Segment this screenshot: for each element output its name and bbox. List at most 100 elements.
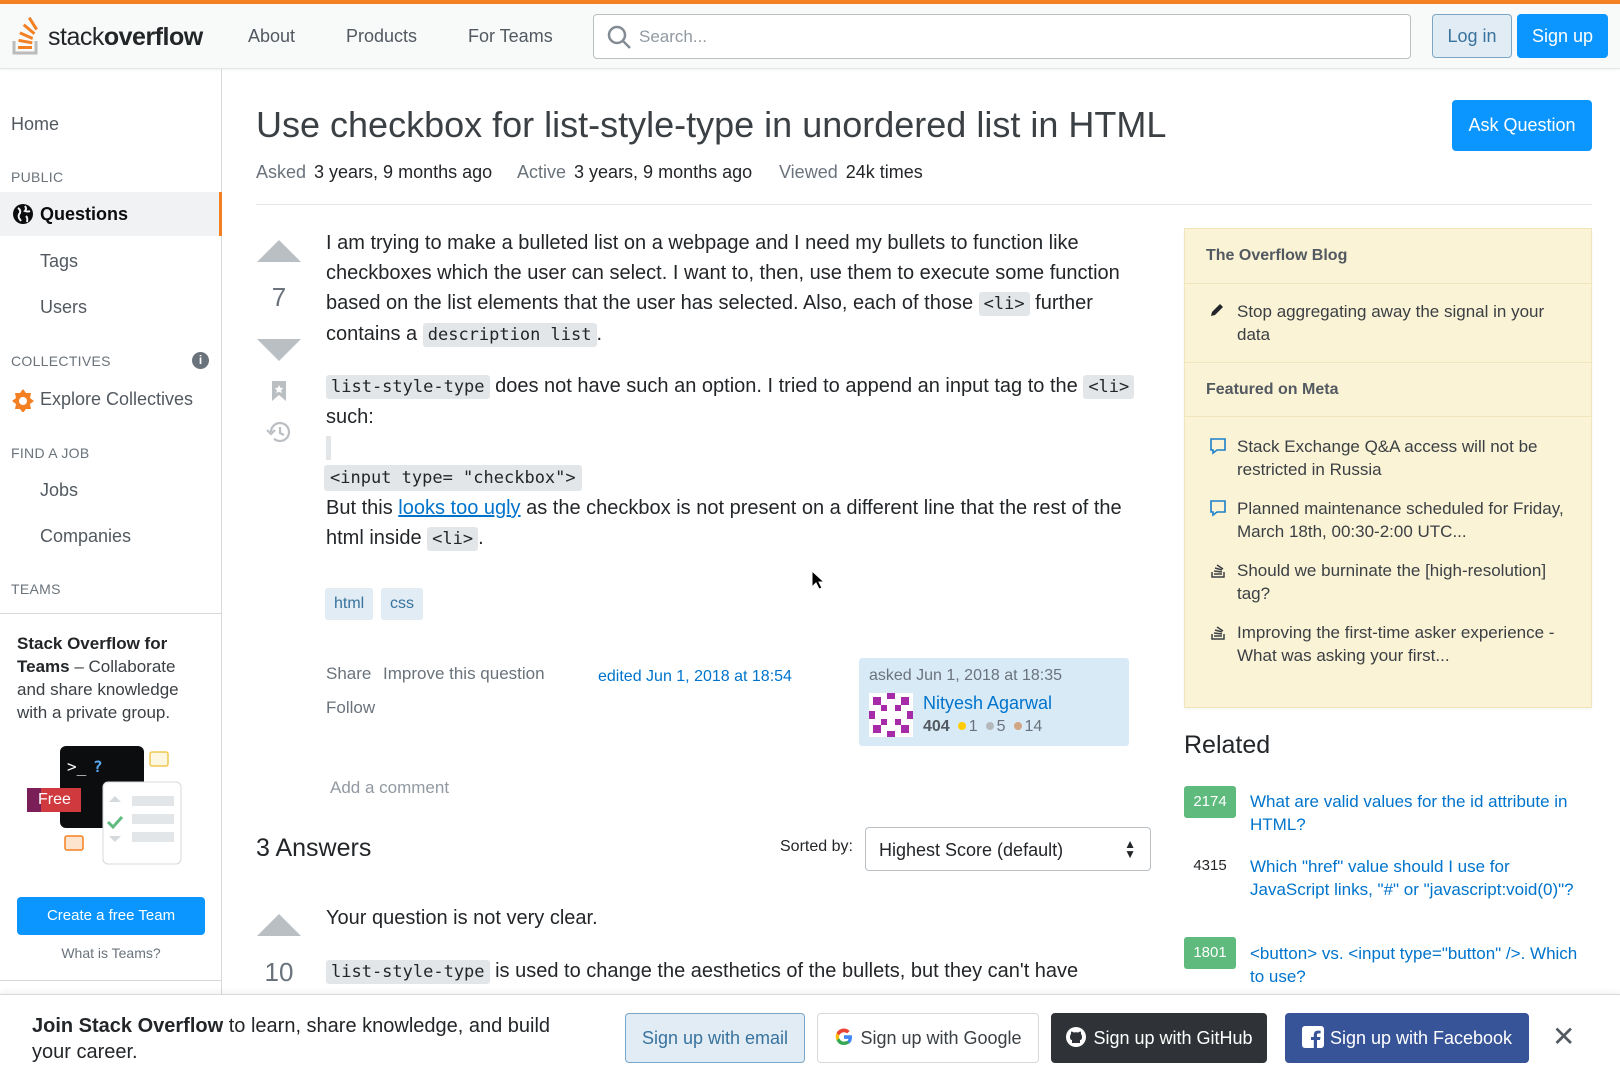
- sidebar-item-label: Questions: [40, 204, 129, 224]
- signup-google-button[interactable]: Sign up with Google: [817, 1013, 1039, 1063]
- banner-text: Join Stack Overflow to learn, share know…: [32, 1013, 592, 1065]
- sidebar-item-home[interactable]: Home: [11, 114, 59, 135]
- meta-active-value: 3 years, 9 months ago: [574, 162, 753, 182]
- free-badge: Free: [38, 791, 71, 808]
- blog-heading: The Overflow Blog: [1185, 229, 1591, 284]
- improve-question-link[interactable]: Improve this question: [383, 664, 545, 684]
- sort-select[interactable]: Highest Score (default) ▲ ▼: [865, 827, 1151, 871]
- author-reputation: 404 1 5 14: [923, 718, 1042, 736]
- code-block-empty: [326, 436, 331, 460]
- related-score: 2174: [1184, 786, 1236, 818]
- answer-p2-text: is used to change the aesthetics of the …: [489, 960, 1079, 982]
- teams-illustration: >_ ?: [27, 746, 182, 865]
- sort-selected-value: Highest Score (default): [879, 840, 1064, 860]
- code-block: <input type= "checkbox">: [324, 465, 582, 491]
- gold-badge-count: 1: [968, 718, 978, 735]
- facebook-icon: [1301, 1026, 1324, 1049]
- question-vote-count: 7: [271, 282, 287, 312]
- logo-text: stackoverflow: [48, 23, 203, 52]
- signup-email-button[interactable]: Sign up with email: [625, 1013, 805, 1063]
- create-team-button[interactable]: Create a free Team: [17, 897, 205, 935]
- meta-item[interactable]: Improving the first-time asker experienc…: [1237, 621, 1577, 667]
- tag-css[interactable]: css: [381, 588, 423, 620]
- looks-too-ugly-link[interactable]: looks too ugly: [398, 497, 520, 519]
- tag-html[interactable]: html: [325, 588, 374, 620]
- inline-code: <li>: [1083, 375, 1135, 399]
- author-card: asked Jun 1, 2018 at 18:35 Nityesh Agarw…: [859, 658, 1129, 746]
- blog-item[interactable]: Stop aggregating away the signal in your…: [1237, 300, 1577, 346]
- signup-banner: Join Stack Overflow to learn, share know…: [0, 994, 1620, 1080]
- sidebar-item-questions[interactable]: Questions: [0, 192, 222, 236]
- share-link[interactable]: Share: [326, 664, 371, 684]
- close-icon[interactable]: ✕: [1552, 1023, 1575, 1051]
- downvote-button[interactable]: [257, 339, 301, 361]
- answer-p1: Your question is not very clear.: [326, 907, 598, 929]
- signup-facebook-label: Sign up with Facebook: [1329, 1028, 1513, 1048]
- github-icon: [1066, 1027, 1087, 1048]
- sidebar-item-users[interactable]: Users: [40, 297, 87, 318]
- edited-link[interactable]: edited Jun 1, 2018 at 18:54: [598, 668, 792, 686]
- related-link[interactable]: What are valid values for the id attribu…: [1250, 790, 1590, 836]
- collectives-icon: [12, 389, 34, 412]
- divider: [256, 204, 1592, 205]
- meta-heading: Featured on Meta: [1185, 362, 1591, 417]
- chat-bubble-icon: [1210, 438, 1226, 455]
- meta-active-label: Active: [517, 162, 567, 182]
- search-placeholder: Search...: [639, 27, 708, 46]
- add-comment-link[interactable]: Add a comment: [330, 778, 449, 798]
- bronze-badge-count: 14: [1024, 718, 1043, 735]
- inline-code: <li>: [978, 292, 1030, 316]
- related-link[interactable]: <button> vs. <input type="button" />. Wh…: [1250, 942, 1590, 988]
- login-button[interactable]: Log in: [1432, 14, 1512, 58]
- meta-item[interactable]: Should we burninate the [high-resolution…: [1237, 559, 1577, 605]
- nav-products[interactable]: Products: [346, 26, 417, 47]
- what-is-teams-link[interactable]: What is Teams?: [0, 945, 222, 961]
- sorted-by-label: Sorted by:: [780, 838, 853, 855]
- meta-viewed-label: Viewed: [779, 162, 838, 182]
- follow-link[interactable]: Follow: [326, 698, 375, 718]
- ask-question-button[interactable]: Ask Question: [1452, 100, 1592, 151]
- reputation-score: 404: [923, 718, 950, 735]
- select-arrows-icon: ▲ ▼: [1124, 837, 1136, 861]
- pencil-icon: [1211, 304, 1223, 316]
- meta-heading-text: Featured on Meta: [1206, 381, 1339, 398]
- meta-item[interactable]: Planned maintenance scheduled for Friday…: [1237, 497, 1577, 543]
- signup-github-label: Sign up with GitHub: [1093, 1028, 1253, 1048]
- sidebar-item-companies[interactable]: Companies: [40, 526, 131, 547]
- search-input[interactable]: Search...: [593, 14, 1411, 59]
- svg-text:>_: >_: [67, 757, 87, 776]
- question-p1-end: .: [596, 323, 603, 345]
- signup-facebook-button[interactable]: Sign up with Facebook: [1285, 1013, 1529, 1063]
- banner-text-bold: Join Stack Overflow: [32, 1015, 224, 1037]
- bronze-badge-icon: [1013, 722, 1022, 730]
- sidebar-item-tags[interactable]: Tags: [40, 251, 78, 272]
- signup-button[interactable]: Sign up: [1517, 14, 1608, 58]
- question-p3-end: .: [478, 527, 484, 549]
- question-title[interactable]: Use checkbox for list-style-type in unor…: [256, 104, 1166, 146]
- inline-code: <li>: [427, 527, 479, 551]
- history-icon[interactable]: [266, 420, 292, 444]
- teams-promo-text: Stack Overflow for Teams – Collaborate a…: [17, 632, 207, 724]
- search-icon: [607, 25, 631, 49]
- chat-bubble-icon: [1210, 500, 1226, 517]
- upvote-button[interactable]: [257, 240, 301, 262]
- answer-vote-count: 10: [264, 957, 294, 987]
- signup-github-button[interactable]: Sign up with GitHub: [1051, 1013, 1267, 1063]
- overflow-blog-widget: The Overflow Blog Stop aggregating away …: [1184, 228, 1592, 708]
- sidebar-item-explore-collectives[interactable]: Explore Collectives: [40, 389, 193, 410]
- sidebar-item-jobs[interactable]: Jobs: [40, 480, 78, 501]
- logo-text-bold: overflow: [103, 22, 203, 51]
- question-p3-start: But this: [326, 497, 399, 519]
- related-link[interactable]: Which "href" value should I use for Java…: [1250, 855, 1590, 901]
- answer-upvote-button[interactable]: [257, 914, 301, 936]
- bookmark-icon[interactable]: [270, 380, 288, 402]
- author-name[interactable]: Nityesh Agarwal: [923, 693, 1052, 714]
- nav-for-teams[interactable]: For Teams: [468, 26, 553, 47]
- stackoverflow-logo[interactable]: stackoverflow: [10, 12, 203, 62]
- info-icon[interactable]: i: [192, 352, 209, 369]
- nav-about[interactable]: About: [248, 26, 295, 47]
- meta-item[interactable]: Stack Exchange Q&A access will not be re…: [1237, 435, 1577, 481]
- avatar[interactable]: [869, 693, 913, 737]
- silver-badge-count: 5: [996, 718, 1006, 735]
- question-body-p1: I am trying to make a bulleted list on a…: [326, 228, 1136, 350]
